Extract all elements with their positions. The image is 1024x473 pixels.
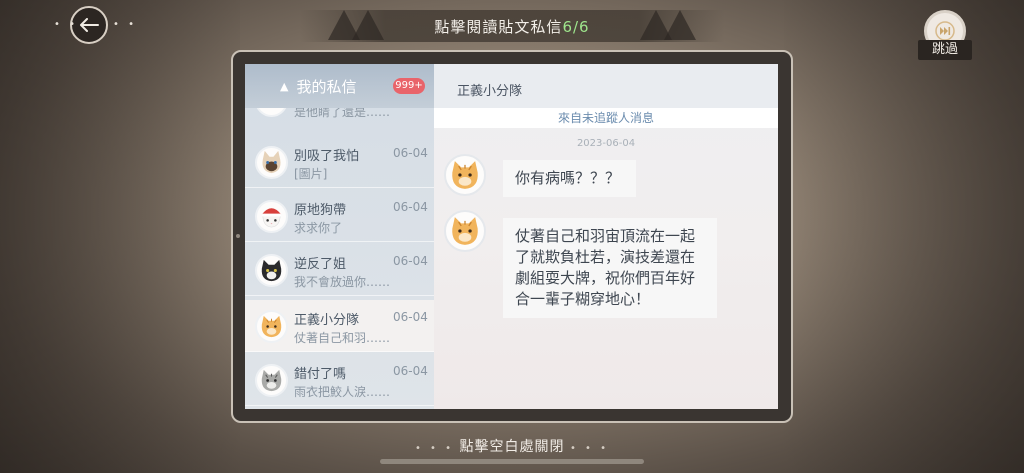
orange-cat-avatar (255, 310, 288, 343)
contact-date: 06-04 (393, 200, 428, 214)
contact-preview: 雨衣把鮫人淚…… (294, 385, 391, 399)
chat-panel: 正義小分隊 來自未追蹤人消息 2023-06-04 你有病嗎？？？ 仗著自己和羽… (434, 64, 778, 409)
message-bubble: 你有病嗎？？？ (503, 160, 636, 197)
cat-avatar (255, 108, 288, 117)
inbox-title: 我的私信 (296, 77, 357, 96)
contact-item[interactable]: 原地狗帶 06-04 求求你了 (245, 190, 434, 242)
background-left-shade (0, 0, 240, 473)
unread-badge: 999+ (393, 78, 425, 94)
gray-tabby-cat-avatar (255, 364, 288, 397)
tablet-camera (236, 234, 240, 238)
contact-item[interactable]: 錯付了嗎 06-04 雨衣把鮫人淚…… (245, 354, 434, 406)
chat-contact-name: 正義小分隊 (457, 84, 523, 99)
close-hint-right-dots: • • • (569, 443, 610, 454)
stranger-notice: 來自未追蹤人消息 (434, 108, 778, 128)
fast-forward-icon (935, 21, 955, 41)
contact-item[interactable]: 別吸了我怕 06-04 [圖片] (245, 136, 434, 188)
inbox-header[interactable]: ▲ 我的私信 999+ (245, 64, 434, 108)
progress-counter: 6/6 (562, 17, 590, 36)
contact-date: 06-04 (393, 364, 428, 378)
orange-cat-avatar (444, 210, 486, 252)
triangle-up-icon: ▲ (280, 79, 289, 93)
contact-name: 原地狗帶 (294, 203, 347, 218)
contact-preview: 仗著自己和羽…… (294, 331, 391, 345)
contact-item-active[interactable]: 正義小分隊 06-04 仗著自己和羽…… (245, 300, 434, 352)
orange-cat-avatar (444, 154, 486, 196)
contact-date: 06-04 (393, 146, 428, 160)
bottom-scroll-bar (380, 459, 644, 464)
page-title: 點擊閱讀貼文私信6/6 (434, 16, 589, 37)
contact-name: 錯付了嗎 (294, 367, 347, 382)
close-hint-left-dots: • • • (414, 443, 455, 454)
contact-name: 正義小分隊 (294, 313, 360, 328)
arrow-left-icon (80, 18, 99, 32)
inbox-panel: 是他睛了還是…… ▲ 我的私信 999+ 別吸了我怕 06-04 [圖片] 原地… (245, 64, 434, 409)
close-hint-text: 點擊空白處關閉 (459, 439, 565, 455)
contact-preview: 我不會放過你…… (294, 275, 391, 289)
back-left-dots: • • (54, 19, 78, 30)
page-title-text: 點擊閱讀貼文私信 (434, 17, 563, 36)
contact-preview: [圖片] (294, 167, 328, 181)
background-right-shade (784, 0, 1024, 473)
partial-list-item[interactable]: 是他睛了還是…… (245, 108, 434, 128)
white-cat-santa-hat-avatar (255, 200, 288, 233)
siamese-cat-avatar (255, 146, 288, 179)
back-right-dots: • • (113, 19, 137, 30)
contact-name: 別吸了我怕 (294, 149, 360, 164)
skip-label[interactable]: 跳過 (918, 40, 972, 60)
chat-header: 正義小分隊 (434, 64, 778, 109)
messages-screen: 是他睛了還是…… ▲ 我的私信 999+ 別吸了我怕 06-04 [圖片] 原地… (245, 64, 778, 409)
black-cat-avatar (255, 254, 288, 287)
contact-date: 06-04 (393, 310, 428, 324)
close-hint[interactable]: • • • 點擊空白處關閉 • • • (0, 436, 1024, 456)
contact-date: 06-04 (393, 254, 428, 268)
contact-name: 逆反了姐 (294, 257, 347, 272)
message-bubble: 仗著自己和羽宙頂流在一起了就欺負杜若，演技差還在劇組耍大牌，祝你們百年好合一輩子… (503, 218, 717, 318)
contact-preview: 是他睛了還是…… (294, 108, 391, 119)
top-banner: 點擊閱讀貼文私信6/6 (300, 10, 724, 42)
contact-item[interactable]: 逆反了姐 06-04 我不會放過你…… (245, 244, 434, 296)
chat-date: 2023-06-04 (576, 138, 636, 149)
contact-preview: 求求你了 (294, 221, 343, 235)
